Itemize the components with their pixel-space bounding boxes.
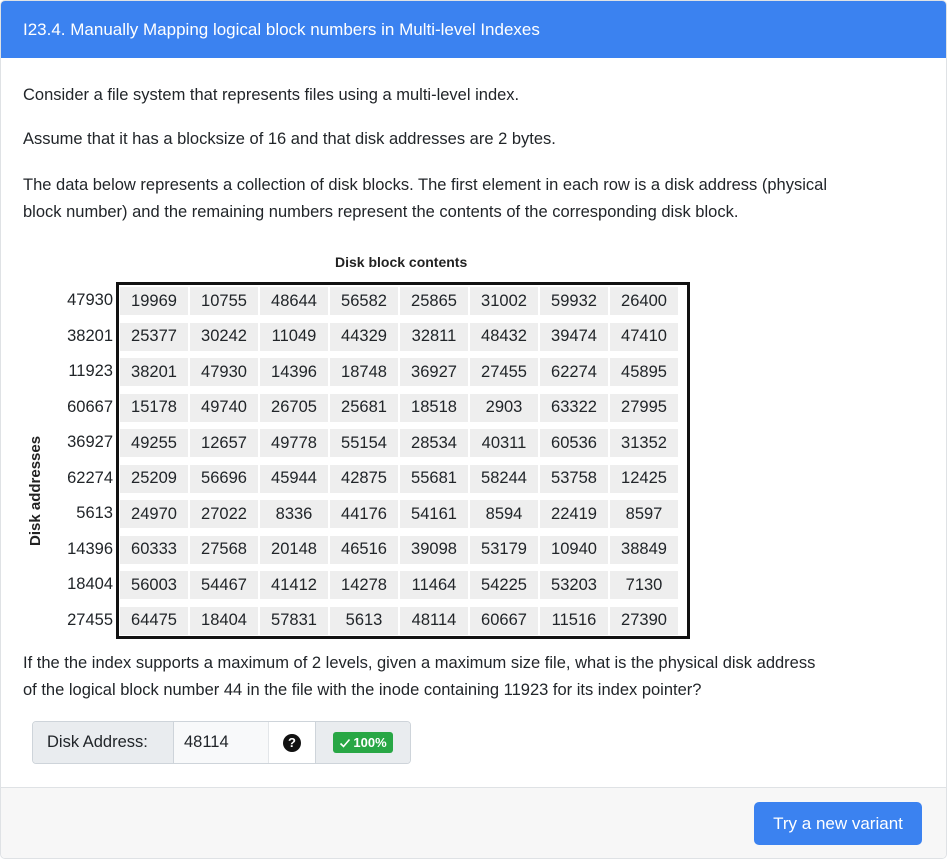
disk-address: 27455 xyxy=(67,610,113,629)
row-header: Disk addresses xyxy=(27,435,44,546)
disk-address: 36927 xyxy=(67,433,113,451)
disk-address: 47930 xyxy=(67,291,113,309)
disk-address: 62274 xyxy=(67,468,113,487)
disk-address: 38201 xyxy=(67,326,113,345)
card-footer: Try a new variant xyxy=(1,787,946,858)
question-text-1: Consider a file system that represents f… xyxy=(23,86,520,104)
disk-address: 60667 xyxy=(67,397,113,416)
check-icon xyxy=(340,738,351,748)
disk-address-input[interactable]: 48114 xyxy=(174,722,268,763)
table-border xyxy=(116,282,690,639)
try-new-variant-button[interactable]: Try a new variant xyxy=(754,802,922,845)
column-header: Disk block contents xyxy=(335,254,468,270)
question-title: I23.4. Manually Mapping logical block nu… xyxy=(23,19,540,39)
help-button[interactable]: ? xyxy=(268,722,315,763)
question-circle-icon: ? xyxy=(283,733,301,752)
disk-address-label: Disk Address: xyxy=(33,722,174,763)
question-card: I23.4. Manually Mapping logical block nu… xyxy=(0,0,947,859)
disk-address: 5613 xyxy=(76,504,113,522)
question-text-3a: The data below represents a collection o… xyxy=(23,176,827,194)
question-text-3b: block number) and the remaining numbers … xyxy=(23,203,739,221)
score-value: 100% xyxy=(353,735,387,750)
prompt-text-a: If the the index supports a maximum of 2… xyxy=(23,654,816,672)
disk-address: 11923 xyxy=(68,362,113,380)
prompt-text-b: of the logical block number 44 in the fi… xyxy=(23,681,702,699)
answer-input-group: Disk Address: 48114 ? 100% xyxy=(32,721,411,764)
question-text-2: Assume that it has a blocksize of 16 and… xyxy=(23,130,556,148)
disk-address: 18404 xyxy=(67,575,113,593)
question-title-bar: I23.4. Manually Mapping logical block nu… xyxy=(1,1,946,58)
disk-address: 14396 xyxy=(67,539,113,558)
score-area: 100% xyxy=(315,722,410,763)
score-badge: 100% xyxy=(333,732,393,753)
